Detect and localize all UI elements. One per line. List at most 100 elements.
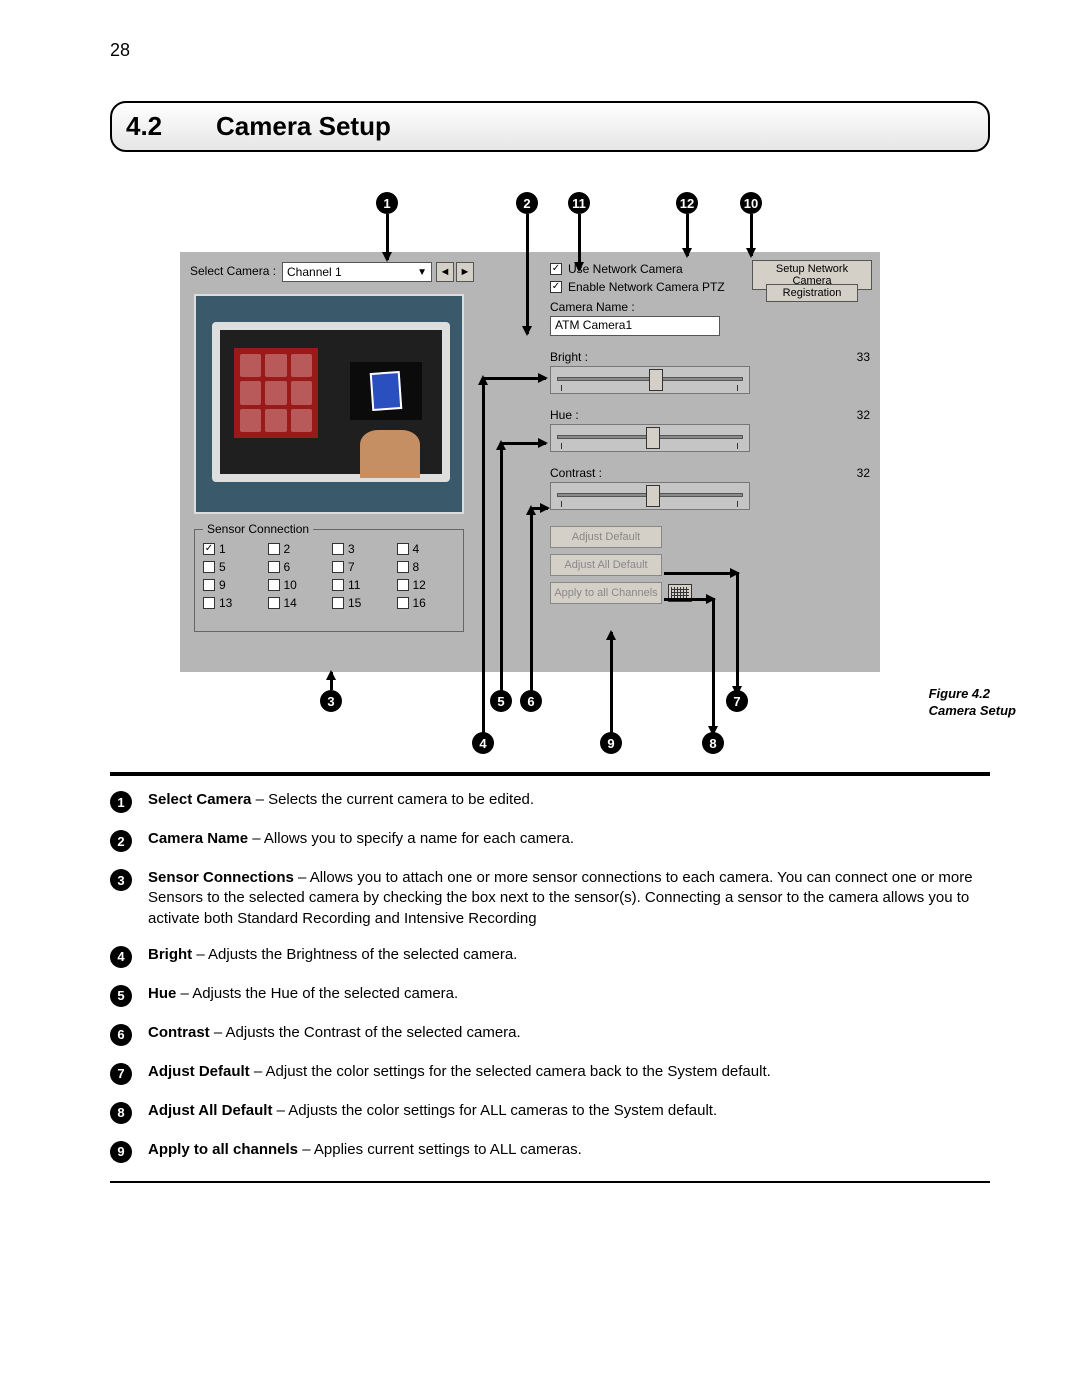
callout-4-line [482, 377, 546, 380]
section-number: 4.2 [126, 111, 216, 142]
description-marker: 3 [110, 869, 132, 891]
divider-top [110, 772, 990, 776]
callout-5-line [500, 442, 546, 445]
sensor-checkbox-16[interactable]: 16 [397, 596, 456, 610]
callout-7: 7 [726, 690, 748, 712]
callout-11-arrow [578, 214, 581, 270]
figure-caption-l1: Figure 4.2 [929, 686, 1016, 703]
dropdown-icon: ▼ [417, 267, 427, 278]
atm-illustration [212, 322, 450, 482]
description-item-4: 4 Bright – Adjusts the Brightness of the … [110, 945, 990, 968]
description-marker: 4 [110, 946, 132, 968]
description-marker: 8 [110, 1102, 132, 1124]
select-camera-label: Select Camera : [190, 264, 276, 278]
sensor-checkbox-15[interactable]: 15 [332, 596, 391, 610]
description-marker: 5 [110, 985, 132, 1007]
contrast-slider-block: Contrast : 32 [550, 466, 870, 510]
right-column: ✓Use Network Camera ✓Enable Network Came… [550, 262, 870, 604]
callout-7-line [664, 572, 738, 575]
sensor-checkbox-2[interactable]: 2 [268, 542, 327, 556]
callout-10-arrow [750, 214, 753, 256]
callout-1-arrow [386, 214, 389, 260]
sensor-checkbox-3[interactable]: 3 [332, 542, 391, 556]
description-marker: 1 [110, 791, 132, 813]
callout-6: 6 [520, 690, 542, 712]
callout-4: 4 [472, 732, 494, 754]
callout-11: 11 [568, 192, 590, 214]
callout-6-stem [530, 507, 533, 694]
bright-value: 33 [857, 350, 870, 364]
sensor-checkbox-4[interactable]: 4 [397, 542, 456, 556]
bright-slider[interactable] [550, 366, 750, 394]
description-text: Apply to all channels – Applies current … [148, 1140, 582, 1160]
callout-8: 8 [702, 732, 724, 754]
sensor-checkbox-1[interactable]: ✓1 [203, 542, 262, 556]
sensor-checkbox-12[interactable]: 12 [397, 578, 456, 592]
apply-all-channels-button[interactable]: Apply to all Channels [550, 582, 662, 604]
contrast-slider[interactable] [550, 482, 750, 510]
description-text: Bright – Adjusts the Brightness of the s… [148, 945, 517, 965]
figure-caption: Figure 4.2 Camera Setup [929, 686, 1016, 720]
callout-9-stem [610, 632, 613, 734]
description-item-7: 7 Adjust Default – Adjust the color setti… [110, 1062, 990, 1085]
page-number: 28 [110, 40, 990, 61]
sensor-checkbox-8[interactable]: 8 [397, 560, 456, 574]
section-header: 4.2 Camera Setup [110, 101, 990, 152]
bright-slider-block: Bright : 33 [550, 350, 870, 394]
sensor-checkbox-9[interactable]: 9 [203, 578, 262, 592]
section-title: Camera Setup [216, 111, 391, 142]
description-item-2: 2Camera Name – Allows you to specify a n… [110, 829, 990, 852]
adjust-default-button[interactable]: Adjust Default [550, 526, 662, 548]
figure-caption-l2: Camera Setup [929, 703, 1016, 720]
description-text: Select Camera – Selects the current came… [148, 790, 534, 810]
sensor-connection-group: Sensor Connection ✓123456789101112131415… [194, 522, 464, 632]
description-text: Contrast – Adjusts the Contrast of the s… [148, 1023, 521, 1043]
sensor-checkbox-5[interactable]: 5 [203, 560, 262, 574]
description-marker: 7 [110, 1063, 132, 1085]
callout-9: 9 [600, 732, 622, 754]
sensor-checkbox-13[interactable]: 13 [203, 596, 262, 610]
sensor-checkbox-14[interactable]: 14 [268, 596, 327, 610]
description-text: Sensor Connections – Allows you to attac… [148, 868, 990, 929]
select-camera-combo[interactable]: Channel 1 ▼ [282, 262, 432, 282]
use-network-camera-label: Use Network Camera [568, 262, 683, 276]
description-item-8: 8 Adjust All Default – Adjusts the color … [110, 1101, 990, 1124]
contrast-label: Contrast : [550, 466, 602, 480]
callout-1: 1 [376, 192, 398, 214]
contrast-value: 32 [857, 466, 870, 480]
description-text: Hue – Adjusts the Hue of the selected ca… [148, 984, 458, 1004]
hue-label: Hue : [550, 408, 579, 422]
camera-preview [194, 294, 464, 514]
figure-area: 1 2 11 12 10 Select Camera : Channel 1 ▼… [180, 192, 990, 762]
bright-label: Bright : [550, 350, 588, 364]
callout-7-stem [736, 572, 739, 694]
description-item-3: 3 Sensor Connections – Allows you to atta… [110, 868, 990, 929]
next-channel-button[interactable]: ► [456, 262, 474, 282]
adjust-all-default-button[interactable]: Adjust All Default [550, 554, 662, 576]
hue-value: 32 [857, 408, 870, 422]
sensor-checkbox-11[interactable]: 11 [332, 578, 391, 592]
callout-10: 10 [740, 192, 762, 214]
description-list: 1 Select Camera – Selects the current cam… [110, 790, 990, 1163]
sensor-checkbox-10[interactable]: 10 [268, 578, 327, 592]
callout-12: 12 [676, 192, 698, 214]
sensor-checkbox-6[interactable]: 6 [268, 560, 327, 574]
description-item-5: 5 Hue – Adjusts the Hue of the selected c… [110, 984, 990, 1007]
callout-8-stem [712, 598, 715, 734]
description-marker: 2 [110, 830, 132, 852]
description-text: Adjust Default – Adjust the color settin… [148, 1062, 771, 1082]
prev-channel-button[interactable]: ◄ [436, 262, 454, 282]
callout-4-stem: .arrow.v.up#noop{} [482, 377, 485, 733]
callout-2-arrow [526, 214, 529, 334]
description-item-9: 9 Apply to all channels – Applies current… [110, 1140, 990, 1163]
registration-button[interactable]: Registration [766, 284, 858, 302]
hue-slider[interactable] [550, 424, 750, 452]
camera-name-input[interactable]: ATM Camera1 [550, 316, 720, 336]
description-item-1: 1 Select Camera – Selects the current cam… [110, 790, 990, 813]
enable-ptz-label: Enable Network Camera PTZ [568, 280, 725, 294]
description-marker: 9 [110, 1141, 132, 1163]
description-text: Adjust All Default – Adjusts the color s… [148, 1101, 717, 1121]
callout-8-line [664, 598, 714, 601]
sensor-checkbox-7[interactable]: 7 [332, 560, 391, 574]
hue-slider-block: Hue : 32 [550, 408, 870, 452]
